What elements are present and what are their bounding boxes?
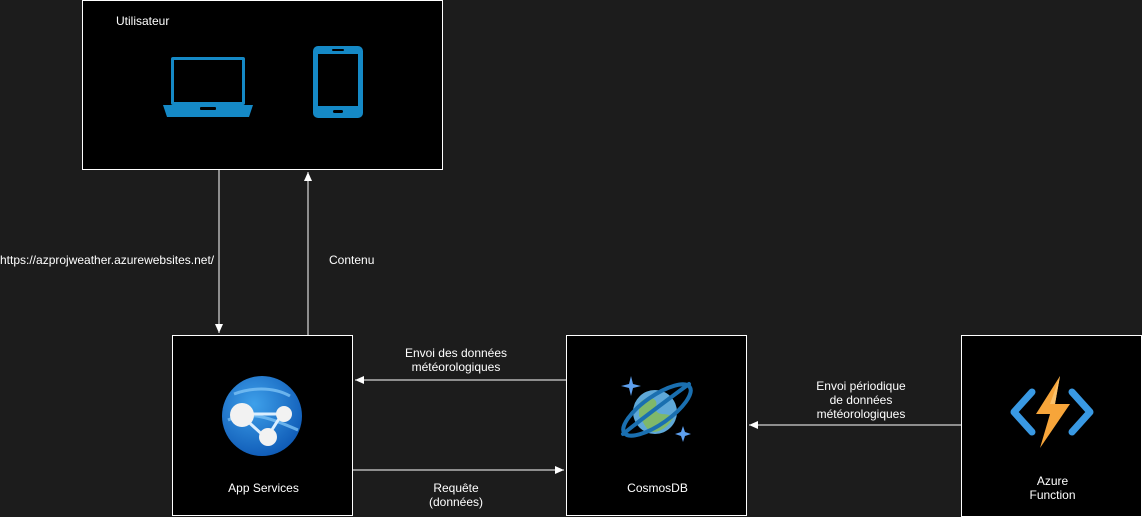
envoi-periodique-line3: météorologiques bbox=[816, 407, 906, 421]
azure-function-label: Azure Function bbox=[962, 474, 1142, 502]
edge-label-contenu: Contenu bbox=[329, 253, 375, 267]
requete-line2: (données) bbox=[428, 495, 484, 509]
edge-label-url: https://azprojweather.azurewebsites.net/ bbox=[0, 253, 215, 267]
laptop-icon bbox=[163, 57, 253, 117]
cosmosdb-node: CosmosDB bbox=[566, 335, 747, 516]
edge-label-requete: Requête (données) bbox=[396, 481, 516, 509]
user-node: Utilisateur bbox=[82, 0, 443, 170]
azure-function-node: Azure Function bbox=[961, 335, 1142, 517]
azure-function-bolt-icon bbox=[1010, 376, 1094, 448]
user-title: Utilisateur bbox=[116, 14, 170, 28]
app-services-node: App Services bbox=[172, 335, 353, 516]
cosmosdb-planet-icon bbox=[621, 376, 693, 442]
cosmosdb-label: CosmosDB bbox=[627, 481, 688, 495]
azure-function-label-line1: Azure bbox=[1036, 474, 1069, 488]
edge-label-envoi-donnees: Envoi des données météorologiques bbox=[386, 346, 526, 374]
app-services-label: App Services bbox=[228, 481, 299, 495]
smartphone-icon bbox=[313, 46, 363, 118]
envoi-periodique-line2: de données bbox=[829, 393, 893, 407]
envoi-donnees-line1: Envoi des données bbox=[404, 346, 508, 360]
edge-label-envoi-periodique: Envoi périodique de données météorologiq… bbox=[791, 379, 931, 421]
requete-line1: Requête bbox=[433, 481, 479, 495]
envoi-periodique-line1: Envoi périodique bbox=[816, 379, 906, 393]
azure-function-label-line2: Function bbox=[1029, 488, 1076, 502]
app-services-globe-icon bbox=[222, 376, 302, 456]
envoi-donnees-line2: météorologiques bbox=[411, 360, 501, 374]
